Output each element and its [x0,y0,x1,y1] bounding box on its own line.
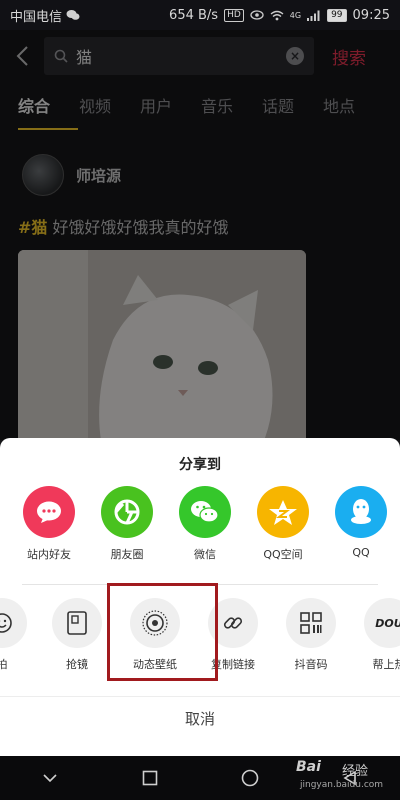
signal-icon [307,10,320,21]
share-moments-button[interactable]: 朋友圈 [88,486,166,562]
duet-icon [52,598,102,648]
dou-plus-badge: DOU [375,616,400,630]
tool-dou-plus-label: 帮上热 [372,658,400,671]
moments-icon [101,486,153,538]
cancel-button[interactable]: 取消 [0,708,400,729]
tool-dou-plus-button[interactable]: DOU 帮上热 [349,598,400,672]
share-qzone-button[interactable]: QQ空间 [244,486,322,562]
annotation-highlight-box [107,583,218,681]
tool-duet-label: 抢镜 [66,658,88,671]
nav-hide-button[interactable] [30,758,70,798]
share-qq-label: QQ [352,546,370,559]
tool-qr-code-label: 抖音码 [294,658,328,671]
network-speed: 654 B/s [169,7,219,23]
battery-level: 99 [327,8,347,22]
share-friends-label: 站内好友 [27,548,71,561]
qr-code-icon [286,598,336,648]
share-wechat-button[interactable]: 微信 [166,486,244,562]
chat-bubble-icon [23,486,75,538]
cancel-divider [0,696,400,697]
carrier: 中国电信 [10,6,80,25]
tool-shoot-button[interactable]: 拍 [0,598,42,672]
share-moments-label: 朋友圈 [110,548,144,561]
clock: 09:25 [352,7,390,23]
smile-icon [0,598,27,648]
circle-icon [241,769,259,787]
watermark-brand-cn: 经验 [342,764,369,779]
nav-recents-button[interactable] [130,758,170,798]
carrier-name: 中国电信 [10,9,63,25]
qq-icon [335,486,387,538]
share-qq-button[interactable]: QQ [322,486,400,559]
square-icon [142,770,158,786]
wechat-icon [179,486,231,538]
share-friends-button[interactable]: 站内好友 [10,486,88,562]
tool-shoot-label: 拍 [0,658,8,671]
dou-plus-icon: DOU [364,598,400,648]
watermark-url: jingyan.baidu.com [300,780,384,790]
baidu-jingyan-watermark: Bai 经验 jingyan.baidu.com [282,758,400,798]
wechat-notification-icon [66,10,80,20]
tool-qr-code-button[interactable]: 抖音码 [271,598,351,672]
share-wechat-label: 微信 [194,548,216,561]
share-qzone-label: QQ空间 [263,548,303,561]
watermark-brand: Bai [296,759,321,775]
qzone-icon [257,486,309,538]
status-bar: 中国电信 654 B/s HD 4G 99 09:25 [0,0,400,30]
dim-overlay[interactable] [0,30,400,440]
chevron-down-icon [43,774,57,783]
tool-duet-button[interactable]: 抢镜 [37,598,117,672]
eye-icon [250,10,264,20]
wifi-icon [270,10,284,20]
network-type: 4G [289,10,302,20]
share-sheet-title: 分享到 [179,457,221,473]
share-targets: 站内好友 朋友圈 微信 QQ空间 QQ [0,486,400,574]
hd-badge: HD [224,8,244,22]
nav-home-button[interactable] [230,758,270,798]
